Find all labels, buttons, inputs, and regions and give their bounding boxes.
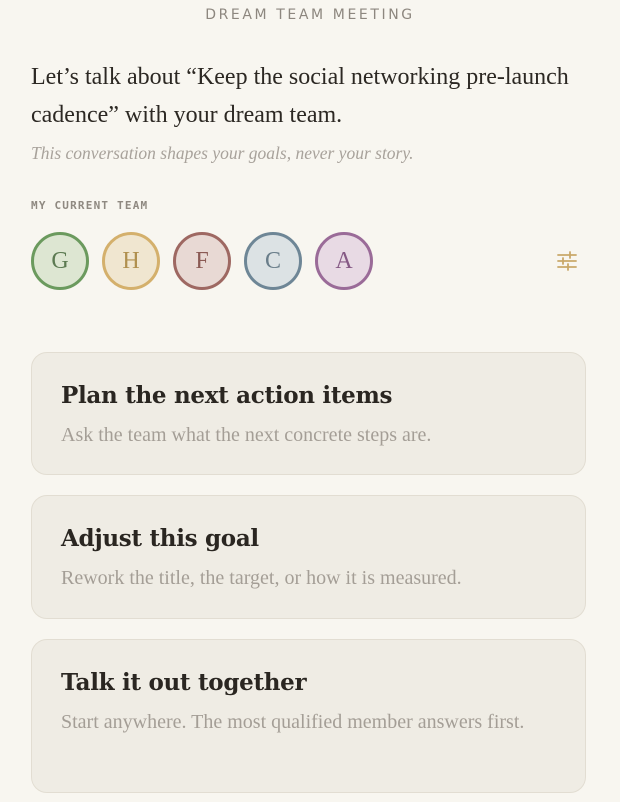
option-card-title: Talk it out together <box>61 669 307 696</box>
option-card-plan-action-items[interactable]: Plan the next action items Ask the team … <box>31 352 586 475</box>
intro-subtitle: This conversation shapes your goals, nev… <box>31 143 414 163</box>
option-card-title: Adjust this goal <box>61 525 259 552</box>
option-card-title: Plan the next action items <box>61 382 393 409</box>
option-card-adjust-goal[interactable]: Adjust this goal Rework the title, the t… <box>31 495 586 619</box>
avatar-initial: G <box>51 247 69 274</box>
avatar-member-h[interactable]: H <box>102 232 160 290</box>
intro-text: Let’s talk about “Keep the social networ… <box>31 64 569 128</box>
option-card-talk-it-out[interactable]: Talk it out together Start anywhere. The… <box>31 639 586 793</box>
team-settings-button[interactable] <box>551 245 583 277</box>
avatar-member-c[interactable]: C <box>244 232 302 290</box>
avatar-initial: F <box>195 247 209 274</box>
team-section-label: MY CURRENT TEAM <box>31 199 149 212</box>
avatar-initial: A <box>335 247 353 274</box>
option-card-description: Rework the title, the target, or how it … <box>61 567 462 589</box>
avatar-member-g[interactable]: G <box>31 232 89 290</box>
avatar-member-f[interactable]: F <box>173 232 231 290</box>
avatar-member-a[interactable]: A <box>315 232 373 290</box>
sliders-icon <box>557 251 577 271</box>
option-card-description: Ask the team what the next concrete step… <box>61 424 432 446</box>
avatar-initial: H <box>122 247 140 274</box>
avatar-initial: C <box>264 247 281 274</box>
page-header-title: DREAM TEAM MEETING <box>205 7 415 23</box>
option-card-description: Start anywhere. The most qualified membe… <box>61 711 525 733</box>
